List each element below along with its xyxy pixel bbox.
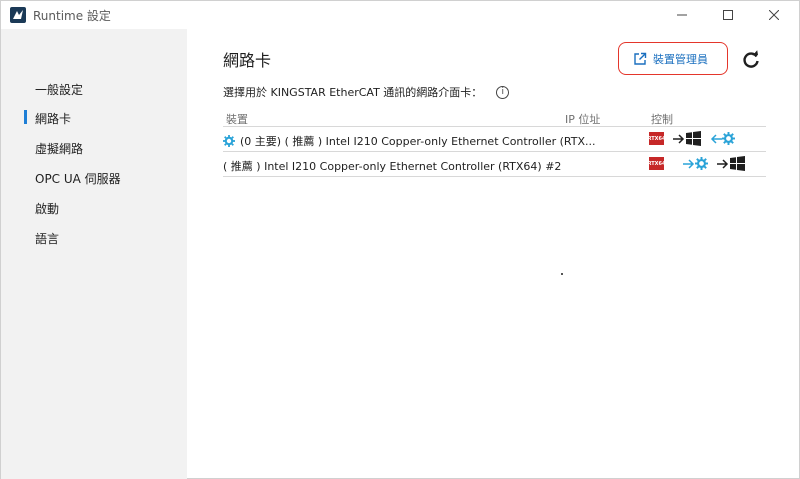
close-icon [769,10,779,20]
external-link-icon [634,52,647,65]
gear-icon [722,132,735,145]
window-title: Runtime 設定 [33,9,111,23]
row-controls: RTX64 [648,131,735,146]
description-text: 選擇用於 KINGSTAR EtherCAT 通訊的網路介面卡： [223,86,483,99]
adapter-name-cell: (0 主要) ( 推薦 ) Intel I210 Copper-only Eth… [223,133,596,149]
windows-icon [730,156,745,171]
arrow-right-icon [673,133,685,144]
arrow-right-icon [683,158,695,169]
adapter-name: ( 推薦 ) Intel I210 Copper-only Ethernet C… [223,160,562,173]
minimize-button[interactable] [659,1,705,29]
refresh-icon [743,50,759,68]
arrow-left-icon [710,133,722,144]
device-manager-button[interactable]: 裝置管理員 [618,42,728,75]
maximize-button[interactable] [705,1,751,29]
header-control: 控制 [651,113,673,126]
gear-icon [695,157,708,170]
sidebar-item-startup[interactable]: 啟動 [35,200,59,217]
refresh-button[interactable] [740,49,762,71]
info-icon[interactable]: i [496,85,510,99]
row-controls: RTX64 [648,156,745,171]
sidebar-item-network-card[interactable]: 網路卡 [35,110,71,127]
title-bar: Runtime 設定 [1,1,799,29]
header-device: 裝置 [226,113,248,126]
rtx-badge: RTX64 [648,157,665,170]
switch-to-rtx-button[interactable] [683,157,708,170]
description: 選擇用於 KINGSTAR EtherCAT 通訊的網路介面卡： i [223,84,510,100]
switch-to-rtx-button[interactable] [710,132,735,145]
table-header: 裝置 IP 位址 控制 [223,110,766,127]
sidebar-item-general[interactable]: 一般設定 [35,81,83,98]
sidebar-item-virtual-network[interactable]: 虛擬網路 [35,140,83,157]
page-title: 網路卡 [223,51,272,70]
table-row[interactable]: ( 推薦 ) Intel I210 Copper-only Ethernet C… [223,152,766,177]
rtx-badge: RTX64 [648,132,665,145]
windows-icon [686,131,701,146]
close-button[interactable] [751,1,797,29]
main-panel: 網路卡 裝置管理員 選擇用於 KINGSTAR EtherCAT 通訊的網路介面… [187,29,799,479]
table-row[interactable]: (0 主要) ( 推薦 ) Intel I210 Copper-only Eth… [223,127,766,152]
active-indicator [24,110,27,124]
minimize-icon [677,14,687,16]
switch-to-windows-button[interactable] [673,131,701,146]
gear-icon [223,135,235,147]
app-logo-icon [10,7,26,23]
maximize-icon [723,10,733,20]
adapter-name: (0 主要) ( 推薦 ) Intel I210 Copper-only Eth… [240,135,596,148]
sidebar: 一般設定 網路卡 虛擬網路 OPC UA 伺服器 啟動 語言 [1,29,187,479]
runtime-settings-window: Runtime 設定 一般設定 網路卡 虛擬網路 OPC UA 伺服器 啟動 語… [0,0,800,479]
header-ip: IP 位址 [565,113,601,126]
device-manager-label: 裝置管理員 [653,52,708,66]
switch-to-windows-button[interactable] [717,156,745,171]
sidebar-item-opcua-server[interactable]: OPC UA 伺服器 [35,170,121,187]
adapter-table: 裝置 IP 位址 控制 (0 主要) ( 推薦) Intel I210 Cop… [223,110,766,177]
sidebar-item-language[interactable]: 語言 [35,230,59,247]
adapter-name-cell: ( 推薦 ) Intel I210 Copper-only Ethernet C… [223,158,561,174]
stray-dot [561,273,563,275]
arrow-right-icon [717,158,729,169]
